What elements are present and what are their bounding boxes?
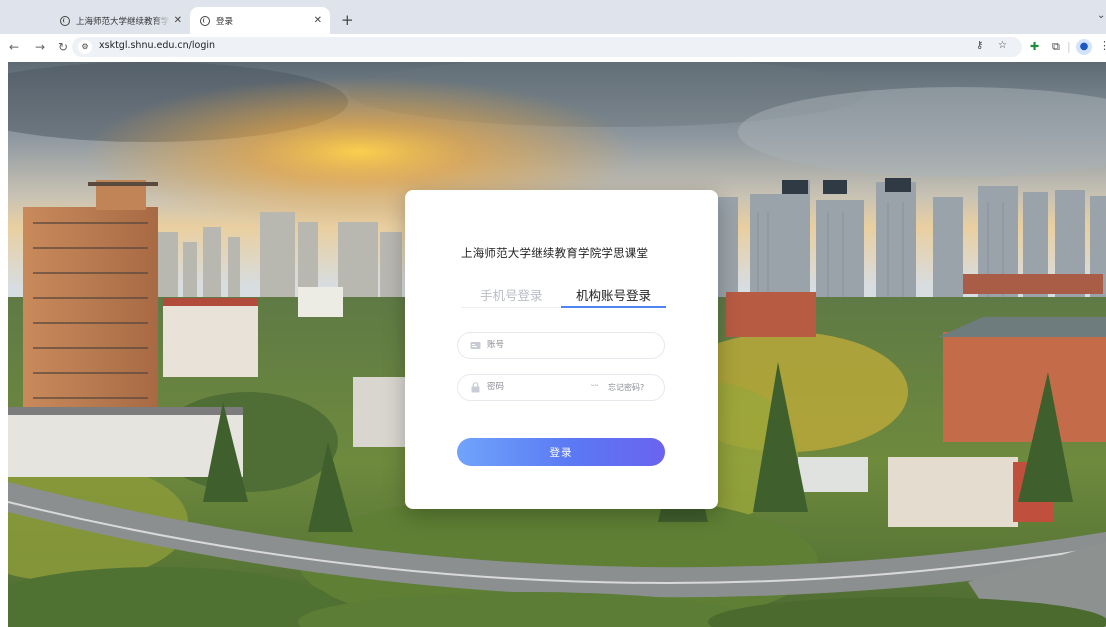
profile-avatar[interactable]: ● <box>1076 39 1092 55</box>
password-input[interactable] <box>487 382 597 392</box>
lock-icon <box>471 382 480 393</box>
tab-phone-login[interactable]: 手机号登录 <box>480 285 543 304</box>
extensions-puzzle-icon[interactable]: ⧉ <box>1052 40 1060 54</box>
forward-icon[interactable]: → <box>35 40 45 54</box>
site-info-icon[interactable]: ⚙ <box>78 40 92 54</box>
address-bar[interactable]: ⚙ xsktgl.shnu.edu.cn/login ⚷ ☆ <box>72 37 1022 57</box>
page-viewport: 上海师范大学继续教育学院学思课堂 手机号登录 机构账号登录 ᵕᵕ 忘记密码? 登… <box>8 62 1106 627</box>
browser-tab-course[interactable]: 上海师范大学继续教育学院学思课堂 ✕ <box>50 7 190 34</box>
tab-org-account-login[interactable]: 机构账号登录 <box>576 285 651 304</box>
new-tab-button[interactable]: + <box>341 11 354 29</box>
account-input[interactable] <box>487 340 597 350</box>
browser-tabstrip: 上海师范大学继续教育学院学思课堂 ✕ 登录 ✕ + ⌄ <box>0 0 1106 34</box>
url-text[interactable]: xsktgl.shnu.edu.cn/login <box>99 40 215 51</box>
password-field[interactable]: ᵕᵕ 忘记密码? <box>457 374 665 401</box>
password-key-icon[interactable]: ⚷ <box>976 40 983 51</box>
extension-icon[interactable]: ✚ <box>1030 40 1039 53</box>
back-icon[interactable]: ← <box>9 40 19 54</box>
login-button[interactable]: 登录 <box>457 438 665 466</box>
close-icon[interactable]: ✕ <box>174 15 182 26</box>
active-tab-indicator <box>561 306 666 308</box>
id-card-icon <box>470 342 481 349</box>
tab-title: 登录 <box>216 16 234 27</box>
tab-search-icon[interactable]: ⌄ <box>1097 10 1105 21</box>
menu-kebab-icon[interactable]: ⋮ <box>1099 39 1106 52</box>
tab-title: 上海师范大学继续教育学院学思课堂 <box>76 16 170 27</box>
account-field[interactable] <box>457 332 665 359</box>
eye-closed-icon[interactable]: ᵕᵕ <box>591 382 598 392</box>
login-title: 上海师范大学继续教育学院学思课堂 <box>461 246 649 260</box>
browser-toolbar: ← → ↻ ⚙ xsktgl.shnu.edu.cn/login ⚷ ☆ ✚ ⧉… <box>0 34 1106 61</box>
browser-tab-login[interactable]: 登录 ✕ <box>190 7 330 34</box>
close-icon[interactable]: ✕ <box>314 15 322 26</box>
reload-icon[interactable]: ↻ <box>58 40 68 54</box>
login-card: 上海师范大学继续教育学院学思课堂 手机号登录 机构账号登录 ᵕᵕ 忘记密码? 登… <box>405 190 718 509</box>
globe-icon <box>60 15 70 26</box>
forgot-password-link[interactable]: 忘记密码? <box>608 382 644 393</box>
globe-icon <box>200 15 210 26</box>
bookmark-star-icon[interactable]: ☆ <box>998 40 1007 51</box>
toolbar-divider: | <box>1067 40 1071 53</box>
